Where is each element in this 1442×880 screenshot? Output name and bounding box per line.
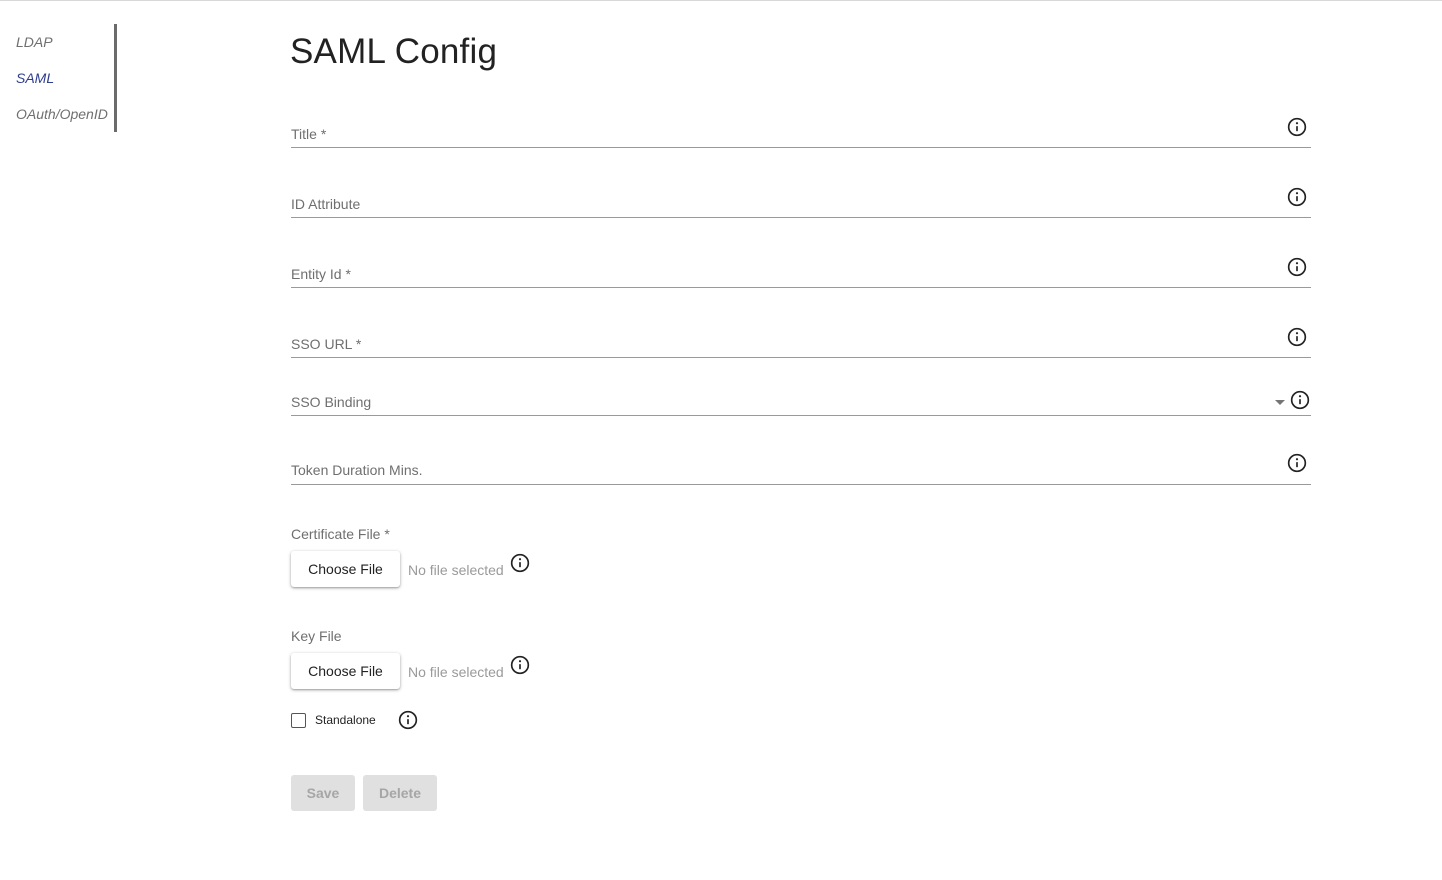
token-duration-field[interactable]: Token Duration Mins. <box>291 448 1311 485</box>
sso-url-field[interactable]: SSO URL * <box>291 322 1311 358</box>
title-input[interactable] <box>291 112 1271 147</box>
standalone-checkbox[interactable] <box>291 713 306 728</box>
sidebar-item-oauth-openid[interactable]: OAuth/OpenID <box>0 96 114 132</box>
sso-binding-info-icon[interactable] <box>1290 390 1310 410</box>
sso-binding-label: SSO Binding <box>291 394 372 410</box>
key-file-info-icon[interactable] <box>510 655 530 675</box>
key-file-label: Key File <box>291 628 342 644</box>
certificate-file-info-icon[interactable] <box>510 553 530 573</box>
entity-id-info-icon[interactable] <box>1287 257 1307 277</box>
id-attribute-field[interactable]: ID Attribute <box>291 182 1311 218</box>
page-title: SAML Config <box>290 32 498 71</box>
standalone-label[interactable]: Standalone <box>315 713 376 727</box>
key-choose-file-button[interactable]: Choose File <box>291 653 400 689</box>
top-divider <box>0 0 1442 1</box>
config-sidebar: LDAP SAML OAuth/OpenID <box>0 24 117 132</box>
id-attribute-input[interactable] <box>291 182 1271 217</box>
certificate-choose-file-button[interactable]: Choose File <box>291 551 400 587</box>
standalone-info-icon[interactable] <box>398 710 418 730</box>
caret-down-icon[interactable] <box>1275 400 1285 405</box>
certificate-file-status: No file selected <box>408 562 504 578</box>
sso-url-info-icon[interactable] <box>1287 327 1307 347</box>
sso-binding-select[interactable]: SSO Binding <box>291 386 1311 416</box>
id-attribute-info-icon[interactable] <box>1287 187 1307 207</box>
delete-button[interactable]: Delete <box>363 775 437 811</box>
title-info-icon[interactable] <box>1287 117 1307 137</box>
certificate-file-label: Certificate File * <box>291 526 390 542</box>
sidebar-item-saml[interactable]: SAML <box>0 60 114 96</box>
title-field[interactable]: Title * <box>291 112 1311 148</box>
save-button[interactable]: Save <box>291 775 355 811</box>
token-duration-input[interactable] <box>291 448 1271 484</box>
key-file-status: No file selected <box>408 664 504 680</box>
sso-url-input[interactable] <box>291 322 1271 357</box>
token-duration-info-icon[interactable] <box>1287 453 1307 473</box>
entity-id-input[interactable] <box>291 252 1271 287</box>
entity-id-field[interactable]: Entity Id * <box>291 252 1311 288</box>
sidebar-item-ldap[interactable]: LDAP <box>0 24 114 60</box>
